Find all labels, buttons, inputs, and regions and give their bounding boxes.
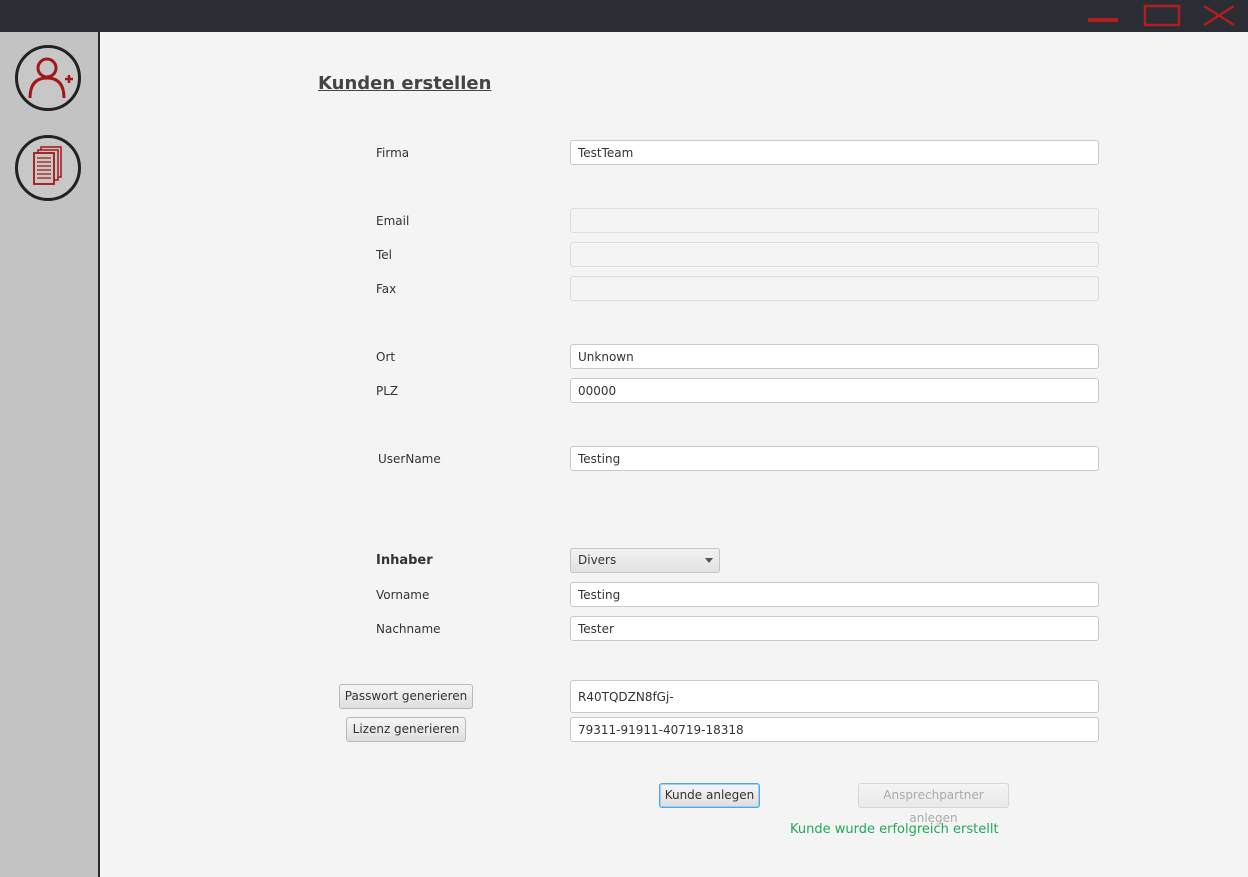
fax-input[interactable] bbox=[570, 276, 1099, 301]
nachname-label: Nachname bbox=[376, 622, 441, 636]
password-input[interactable] bbox=[570, 680, 1099, 713]
username-input[interactable] bbox=[570, 446, 1099, 471]
plz-input[interactable] bbox=[570, 378, 1099, 403]
fax-label: Fax bbox=[376, 282, 397, 296]
tel-label: Tel bbox=[376, 248, 393, 262]
license-input[interactable] bbox=[570, 717, 1099, 742]
ort-label: Ort bbox=[376, 350, 396, 364]
generate-license-button[interactable]: Lizenz generieren bbox=[346, 717, 466, 742]
firma-input[interactable] bbox=[570, 140, 1099, 165]
title-bar bbox=[0, 0, 1248, 32]
inhaber-select[interactable]: Divers bbox=[570, 548, 720, 573]
add-user-icon bbox=[28, 57, 73, 99]
chevron-down-icon bbox=[705, 558, 713, 563]
close-icon[interactable] bbox=[1201, 4, 1237, 28]
maximize-icon[interactable] bbox=[1143, 4, 1183, 28]
documents-icon bbox=[33, 146, 62, 185]
firma-label: Firma bbox=[376, 146, 410, 160]
email-input[interactable] bbox=[570, 208, 1099, 233]
ort-input[interactable] bbox=[570, 344, 1099, 369]
create-customer-button[interactable]: Kunde anlegen bbox=[659, 783, 760, 808]
status-message: Kunde wurde erfolgreich erstellt bbox=[790, 822, 999, 837]
nachname-input[interactable] bbox=[570, 616, 1099, 641]
email-label: Email bbox=[376, 214, 410, 228]
plz-label: PLZ bbox=[376, 384, 399, 398]
tel-input[interactable] bbox=[570, 242, 1099, 267]
sidebar bbox=[0, 32, 100, 877]
sidebar-item-documents[interactable] bbox=[15, 135, 81, 201]
vorname-label: Vorname bbox=[376, 588, 430, 602]
inhaber-selected-value: Divers bbox=[578, 553, 617, 567]
generate-password-button[interactable]: Passwort generieren bbox=[339, 684, 473, 709]
sidebar-item-create-customer[interactable] bbox=[15, 45, 81, 111]
create-contact-button[interactable]: Ansprechpartner anlegen bbox=[858, 783, 1009, 825]
username-label: UserName bbox=[378, 452, 441, 466]
minimize-icon[interactable] bbox=[1086, 4, 1122, 26]
vorname-input[interactable] bbox=[570, 582, 1099, 607]
page-title: Kunden erstellen bbox=[318, 73, 492, 94]
inhaber-label: Inhaber bbox=[376, 553, 433, 568]
